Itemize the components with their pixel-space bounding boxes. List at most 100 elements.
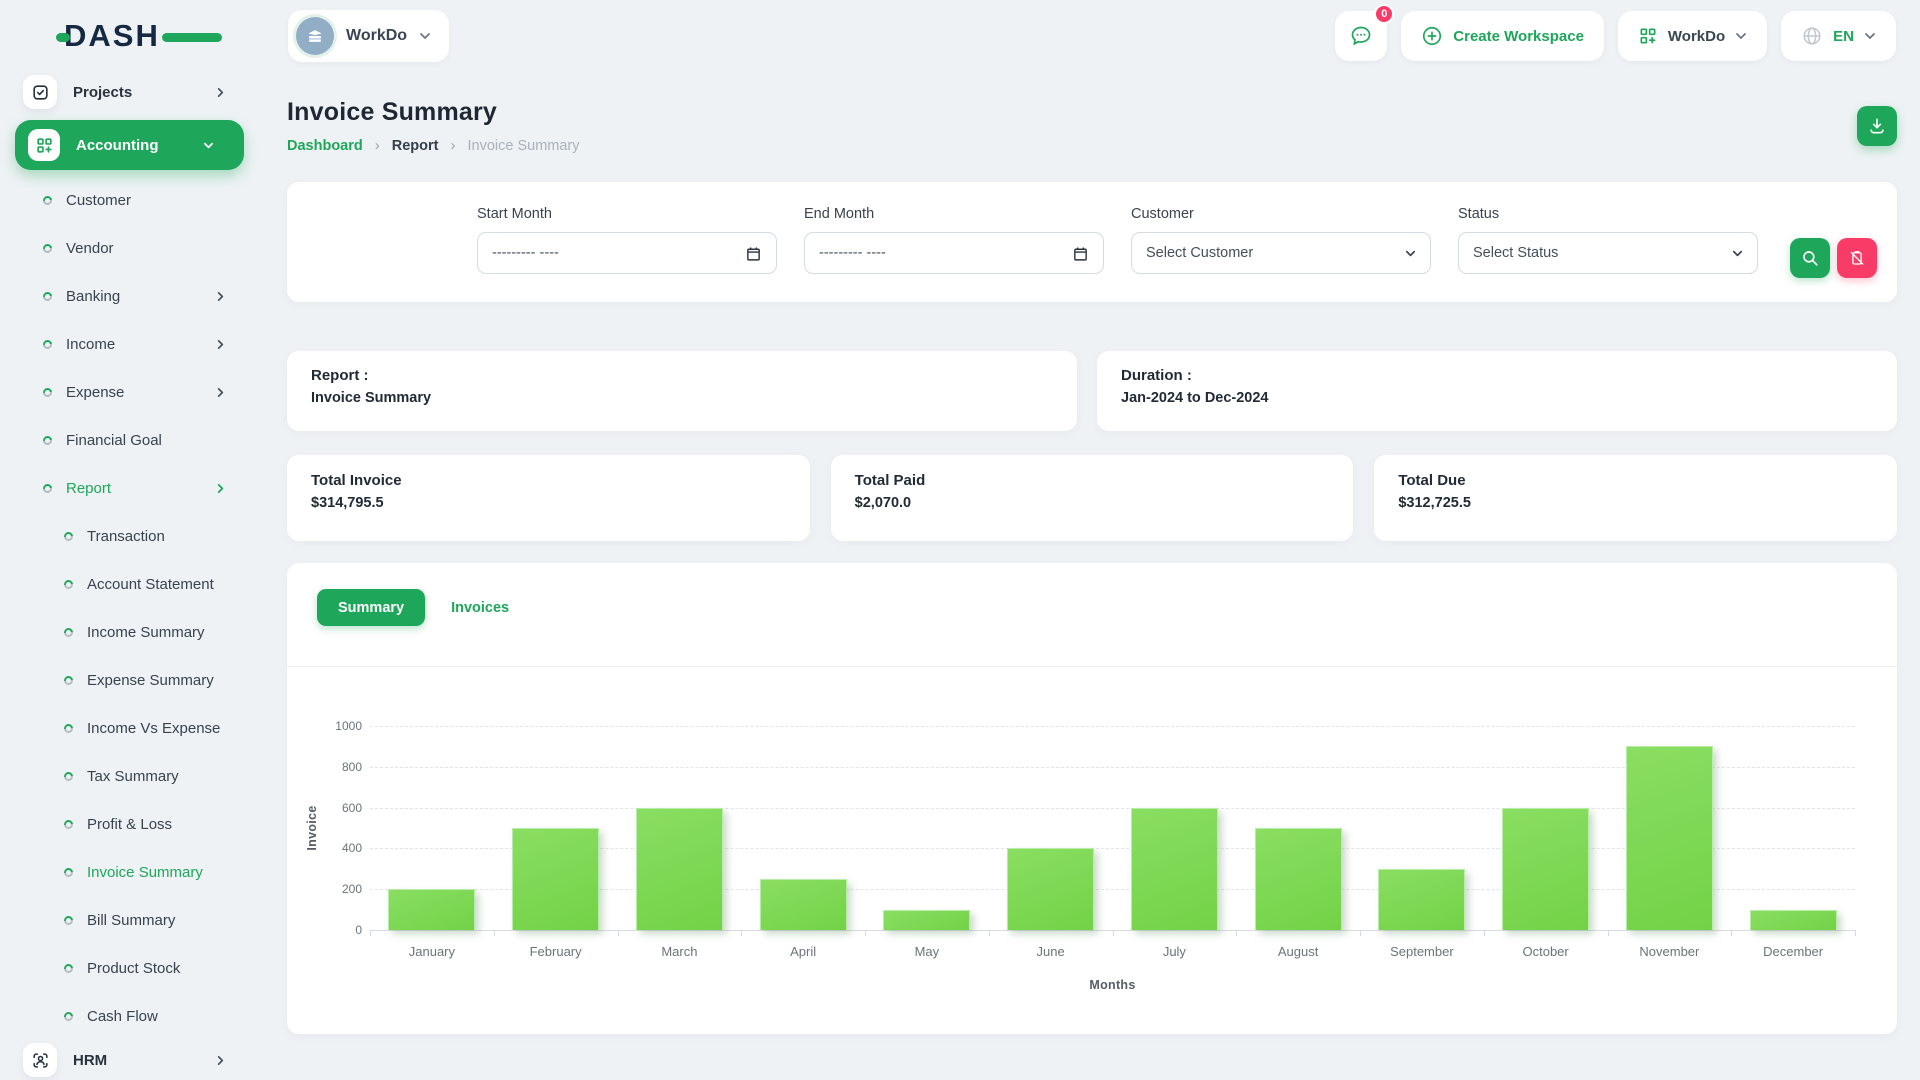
chevron-right-icon [215, 339, 226, 350]
hrm-icon [23, 1043, 57, 1077]
chart-plot-area: 02004006008001000JanuaryFebruaryMarchApr… [370, 726, 1855, 930]
bar-february [512, 828, 599, 930]
sidebar-item-label: Vendor [66, 240, 114, 257]
sidebar-item-banking[interactable]: Banking [0, 272, 260, 320]
modules-icon [28, 129, 60, 161]
sidebar-item-report[interactable]: Report [0, 464, 260, 512]
download-icon [1867, 116, 1887, 136]
sidebar-item-expense-summary[interactable]: Expense Summary [0, 656, 260, 704]
breadcrumb-invoice-summary: Invoice Summary [467, 138, 579, 154]
bullet-icon [62, 674, 75, 687]
breadcrumb-dashboard[interactable]: Dashboard [287, 138, 363, 154]
bullet-icon [41, 242, 54, 255]
sidebar-item-vendor[interactable]: Vendor [0, 224, 260, 272]
sidebar-item-label: Tax Summary [87, 768, 179, 785]
search-icon [1801, 249, 1819, 267]
chevron-right-icon [215, 387, 226, 398]
sidebar: Projects Accounting Customer Vendor Bank… [0, 72, 260, 1080]
y-axis-tick-label: 400 [318, 841, 362, 855]
chevron-down-icon [1732, 248, 1743, 259]
input-placeholder: --------- ---- [819, 245, 886, 261]
sidebar-item-tax-summary[interactable]: Tax Summary [0, 752, 260, 800]
x-axis-tick-label: July [1113, 944, 1237, 959]
filter-field-status: Status Select Status [1458, 206, 1758, 302]
x-axis-tick-label: December [1731, 944, 1855, 959]
sidebar-item-projects[interactable]: Projects [0, 72, 260, 112]
select-value: Select Status [1473, 245, 1558, 261]
workspace-switcher[interactable]: WorkDo [288, 10, 449, 62]
sidebar-item-product-stock[interactable]: Product Stock [0, 944, 260, 992]
create-workspace-button[interactable]: Create Workspace [1401, 11, 1604, 61]
messages-badge: 0 [1374, 4, 1394, 24]
tab-summary[interactable]: Summary [317, 589, 425, 626]
tab-invoices[interactable]: Invoices [451, 600, 509, 616]
x-axis-tick [1360, 930, 1361, 936]
bar-august [1255, 828, 1342, 930]
y-axis-title: Invoice [305, 805, 319, 850]
info-card-report: Report :Invoice Summary [287, 351, 1077, 431]
logo-dash-accent [162, 33, 222, 42]
sidebar-item-label: Expense Summary [87, 672, 214, 689]
apply-filter-button[interactable] [1790, 238, 1830, 278]
total-card-total-invoice: Total Invoice$314,795.5 [287, 455, 810, 541]
x-axis-tick-label: May [865, 944, 989, 959]
info-value: Jan-2024 to Dec-2024 [1121, 390, 1873, 406]
sidebar-item-label: HRM [73, 1052, 107, 1069]
sidebar-item-financial-goal[interactable]: Financial Goal [0, 416, 260, 464]
status-select[interactable]: Select Status [1458, 232, 1758, 274]
x-axis-tick [1113, 930, 1114, 936]
sidebar-item-transaction[interactable]: Transaction [0, 512, 260, 560]
y-axis-tick-label: 800 [318, 760, 362, 774]
total-label: Total Invoice [311, 472, 786, 489]
language-selector[interactable]: EN [1781, 11, 1896, 61]
workspace-menu-button[interactable]: WorkDo [1618, 11, 1767, 61]
chevron-right-icon [215, 483, 226, 494]
customer-select[interactable]: Select Customer [1131, 232, 1431, 274]
sidebar-item-invoice-summary[interactable]: Invoice Summary [0, 848, 260, 896]
sidebar-item-income[interactable]: Income [0, 320, 260, 368]
chevron-right-icon [215, 291, 226, 302]
messages-button[interactable]: 0 [1335, 11, 1387, 61]
x-axis-tick-label: August [1236, 944, 1360, 959]
sidebar-item-account-statement[interactable]: Account Statement [0, 560, 260, 608]
sidebar-item-income-vs-expense[interactable]: Income Vs Expense [0, 704, 260, 752]
bullet-icon [62, 1010, 75, 1023]
page-header: Invoice Summary Dashboard›Report›Invoice… [287, 98, 1897, 154]
sidebar-item-income-summary[interactable]: Income Summary [0, 608, 260, 656]
bullet-icon [62, 914, 75, 927]
filter-label: Customer [1131, 206, 1431, 222]
x-axis-tick-label: January [370, 944, 494, 959]
sidebar-item-label: Transaction [87, 528, 165, 545]
start-month-input[interactable]: --------- ---- [477, 232, 777, 274]
sidebar-item-expense[interactable]: Expense [0, 368, 260, 416]
chevron-right-icon [215, 1055, 226, 1066]
sidebar-item-cash-flow[interactable]: Cash Flow [0, 992, 260, 1040]
plus-circle-icon [1421, 25, 1443, 47]
sidebar-item-hrm[interactable]: HRM [0, 1040, 260, 1080]
reset-filter-button[interactable] [1837, 238, 1877, 278]
bullet-icon [62, 626, 75, 639]
app-logo[interactable]: DASH [64, 18, 214, 54]
sidebar-item-label: Cash Flow [87, 1008, 158, 1025]
sidebar-item-customer[interactable]: Customer [0, 176, 260, 224]
y-axis-tick-label: 1000 [318, 719, 362, 733]
x-axis-tick [1731, 930, 1732, 936]
sidebar-item-bill-summary[interactable]: Bill Summary [0, 896, 260, 944]
sidebar-item-accounting[interactable]: Accounting [15, 120, 244, 170]
x-axis-tick-label: March [618, 944, 742, 959]
download-button[interactable] [1857, 106, 1897, 146]
info-value: Invoice Summary [311, 390, 1053, 406]
calendar-icon [745, 245, 762, 262]
bar-october [1502, 808, 1589, 930]
totals-row: Total Invoice$314,795.5Total Paid$2,070.… [287, 455, 1897, 541]
create-workspace-label: Create Workspace [1453, 28, 1584, 45]
end-month-input[interactable]: --------- ---- [804, 232, 1104, 274]
chevron-down-icon [1735, 30, 1747, 42]
sidebar-item-profit-loss[interactable]: Profit & Loss [0, 800, 260, 848]
x-axis-tick [1855, 930, 1856, 936]
filter-label: Status [1458, 206, 1758, 222]
breadcrumb: Dashboard›Report›Invoice Summary [287, 137, 580, 154]
breadcrumb-report[interactable]: Report [392, 138, 439, 154]
clear-filter-icon [1848, 249, 1866, 267]
total-label: Total Due [1398, 472, 1873, 489]
